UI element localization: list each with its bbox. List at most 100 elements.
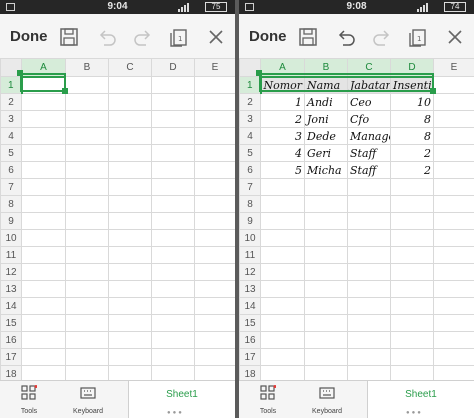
cell[interactable]: [194, 212, 235, 230]
cell[interactable]: 8: [390, 110, 434, 128]
cell[interactable]: Andi: [304, 93, 348, 111]
row-header[interactable]: 9: [0, 212, 22, 230]
row-header[interactable]: 14: [0, 297, 22, 315]
selection-handle[interactable]: [17, 70, 23, 76]
row-header[interactable]: 11: [0, 246, 22, 264]
cell[interactable]: [194, 348, 235, 366]
cell[interactable]: [108, 178, 152, 196]
cell[interactable]: [433, 144, 474, 162]
column-header[interactable]: C: [108, 58, 152, 77]
close-icon[interactable]: [205, 26, 227, 48]
cell[interactable]: [151, 110, 195, 128]
cell[interactable]: 2: [390, 144, 434, 162]
cell[interactable]: Geri: [304, 144, 348, 162]
cell[interactable]: [347, 178, 391, 196]
cell[interactable]: [108, 144, 152, 162]
column-header[interactable]: E: [194, 58, 235, 77]
cell[interactable]: Jabatan: [347, 76, 391, 94]
row-header[interactable]: 1: [239, 76, 262, 94]
cell[interactable]: [194, 246, 235, 264]
cell[interactable]: [21, 127, 66, 145]
cell[interactable]: [65, 348, 109, 366]
row-header[interactable]: 11: [239, 246, 261, 264]
close-icon[interactable]: [444, 26, 466, 48]
pages-icon[interactable]: 1: [168, 26, 190, 48]
cell[interactable]: [151, 331, 195, 349]
row-header[interactable]: 12: [0, 263, 22, 281]
cell[interactable]: [151, 178, 195, 196]
column-header[interactable]: A: [21, 58, 66, 78]
pages-icon[interactable]: 1: [407, 26, 429, 48]
cell[interactable]: [65, 76, 109, 94]
cell[interactable]: [151, 212, 195, 230]
cell[interactable]: Manager: [347, 127, 391, 145]
cell[interactable]: 5: [260, 161, 305, 179]
row-header[interactable]: 17: [239, 348, 261, 366]
selection-handle[interactable]: [256, 70, 262, 76]
cell[interactable]: [65, 314, 109, 332]
cell[interactable]: [108, 263, 152, 281]
cell[interactable]: [108, 246, 152, 264]
row-header[interactable]: 17: [0, 348, 22, 366]
row-header[interactable]: 16: [0, 331, 22, 349]
column-header[interactable]: E: [433, 58, 474, 77]
row-header[interactable]: 2: [239, 93, 261, 111]
cell[interactable]: [433, 212, 474, 230]
cell[interactable]: [433, 314, 474, 332]
cell[interactable]: [65, 144, 109, 162]
cell[interactable]: [304, 348, 348, 366]
cell[interactable]: [21, 195, 66, 213]
cell[interactable]: [194, 297, 235, 315]
keyboard-button[interactable]: Keyboard: [309, 385, 345, 415]
row-header[interactable]: 5: [0, 144, 22, 162]
cell[interactable]: [65, 280, 109, 298]
undo-icon[interactable]: [335, 26, 357, 48]
cell[interactable]: [151, 195, 195, 213]
cell[interactable]: [304, 178, 348, 196]
cell[interactable]: [65, 229, 109, 247]
cell[interactable]: [433, 76, 474, 94]
cell[interactable]: 4: [260, 144, 305, 162]
cell[interactable]: [108, 93, 152, 111]
cell[interactable]: [151, 263, 195, 281]
row-header[interactable]: 6: [239, 161, 261, 179]
row-header[interactable]: 16: [239, 331, 261, 349]
column-header[interactable]: C: [347, 58, 391, 78]
cell[interactable]: [194, 331, 235, 349]
cell[interactable]: [433, 280, 474, 298]
cell[interactable]: [21, 229, 66, 247]
cell[interactable]: [433, 246, 474, 264]
column-header[interactable]: D: [151, 58, 195, 77]
cell[interactable]: [433, 127, 474, 145]
cell[interactable]: [433, 178, 474, 196]
cell[interactable]: [390, 331, 434, 349]
cell[interactable]: [151, 127, 195, 145]
cell[interactable]: [260, 178, 305, 196]
cell[interactable]: 8: [390, 127, 434, 145]
cell[interactable]: [65, 246, 109, 264]
save-icon[interactable]: [297, 26, 319, 48]
cell[interactable]: [347, 246, 391, 264]
row-header[interactable]: 2: [0, 93, 22, 111]
cell[interactable]: [390, 195, 434, 213]
cell[interactable]: [304, 314, 348, 332]
cell[interactable]: [21, 144, 66, 162]
selection-handle[interactable]: [62, 88, 68, 94]
cell[interactable]: [108, 297, 152, 315]
cell[interactable]: [433, 161, 474, 179]
row-header[interactable]: 7: [0, 178, 22, 196]
cell[interactable]: [433, 229, 474, 247]
cell[interactable]: [108, 212, 152, 230]
cell[interactable]: [347, 263, 391, 281]
cell[interactable]: [194, 93, 235, 111]
row-header[interactable]: 12: [239, 263, 261, 281]
row-header[interactable]: 9: [239, 212, 261, 230]
cell[interactable]: [304, 263, 348, 281]
cell[interactable]: [304, 246, 348, 264]
cell[interactable]: [65, 93, 109, 111]
cell[interactable]: [21, 280, 66, 298]
cell[interactable]: [390, 263, 434, 281]
cell[interactable]: [65, 212, 109, 230]
cell[interactable]: 2: [390, 161, 434, 179]
cell[interactable]: [433, 263, 474, 281]
